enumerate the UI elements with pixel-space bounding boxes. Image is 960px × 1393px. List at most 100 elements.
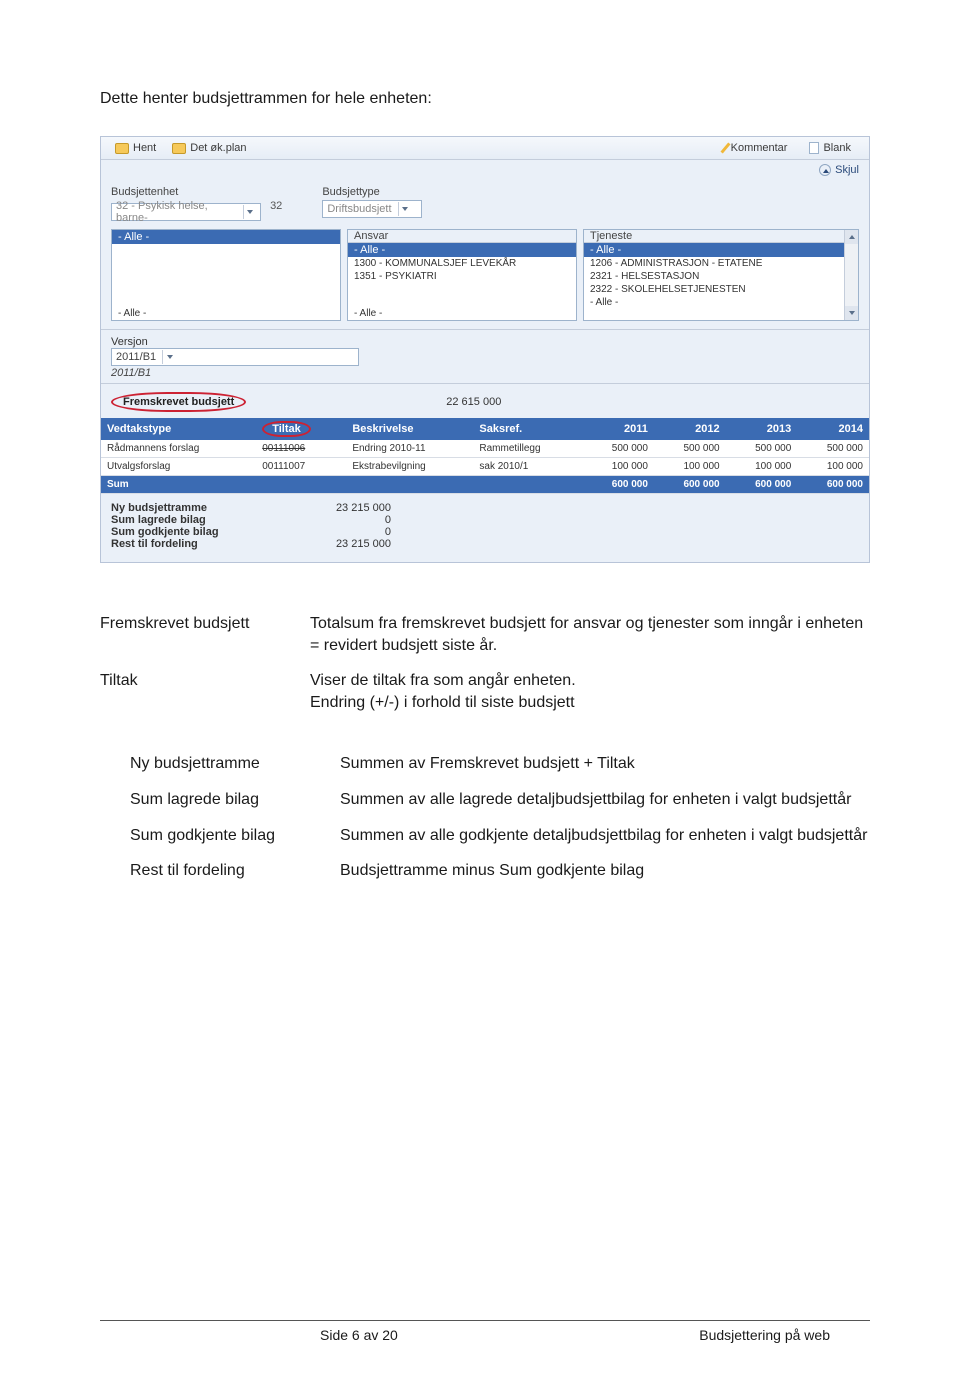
summary-row: Sum lagrede bilag 0 bbox=[111, 514, 859, 526]
col-saksref[interactable]: Saksref. bbox=[473, 418, 582, 440]
def-row: Fremskrevet budsjett Totalsum fra fremsk… bbox=[100, 613, 870, 656]
sum-cell: 600 000 bbox=[726, 476, 798, 494]
page-footer: Side 6 av 20 Budsjettering på web bbox=[100, 1320, 870, 1343]
left-pane-all[interactable]: - Alle - bbox=[112, 230, 340, 244]
cell: Endring 2010-11 bbox=[346, 440, 473, 458]
def-row: Ny budsjettramme Summen av Fremskrevet b… bbox=[130, 753, 870, 775]
summary-label: Sum godkjente bilag bbox=[111, 526, 301, 538]
scrollbar[interactable] bbox=[844, 230, 858, 320]
scroll-down-icon[interactable] bbox=[845, 306, 858, 320]
col-beskrivelse[interactable]: Beskrivelse bbox=[346, 418, 473, 440]
tjeneste-all[interactable]: - Alle - bbox=[584, 243, 858, 257]
summary-value: 0 bbox=[301, 514, 391, 526]
summary-row: Ny budsjettramme 23 215 000 bbox=[111, 502, 859, 514]
def-label: Ny budsjettramme bbox=[130, 753, 340, 775]
budsjettenhet-label: Budsjettenhet bbox=[111, 186, 282, 198]
def-text: Totalsum fra fremskrevet budsjett for an… bbox=[310, 613, 870, 656]
budsjettenhet-group: Budsjettenhet 32 - Psykisk helse, barne-… bbox=[111, 186, 282, 221]
col-2012[interactable]: 2012 bbox=[654, 418, 726, 440]
ansvar-item[interactable]: 1351 - PSYKIATRI bbox=[348, 270, 576, 283]
def-label: Rest til fordeling bbox=[130, 860, 340, 882]
footer-title: Budsjettering på web bbox=[699, 1327, 830, 1343]
toolbar: Hent Det øk.plan Kommentar Blank bbox=[101, 137, 869, 160]
versjon-select[interactable]: 2011/B1 bbox=[111, 348, 359, 366]
chevron-down-icon bbox=[398, 202, 412, 216]
ansvar-pane[interactable]: Ansvar - Alle - 1300 - KOMMUNALSJEF LEVE… bbox=[347, 229, 577, 321]
table-row[interactable]: Utvalgsforslag 00111007 Ekstrabevilgning… bbox=[101, 458, 869, 476]
versjon-label: Versjon bbox=[111, 336, 859, 348]
budsjettype-value: Driftsbudsjett bbox=[327, 203, 391, 215]
col-2013[interactable]: 2013 bbox=[726, 418, 798, 440]
summary-value: 23 215 000 bbox=[301, 538, 391, 550]
def-label: Sum lagrede bilag bbox=[130, 789, 340, 811]
ansvar-item[interactable]: 1300 - KOMMUNALSJEF LEVEKÅR bbox=[348, 257, 576, 270]
tjeneste-item[interactable]: 2322 - SKOLEHELSETJENESTEN bbox=[584, 283, 858, 296]
left-pane[interactable]: - Alle - - Alle - bbox=[111, 229, 341, 321]
col-vedtakstype[interactable]: Vedtakstype bbox=[101, 418, 256, 440]
summary-label: Rest til fordeling bbox=[111, 538, 301, 550]
ansvar-label: Ansvar bbox=[348, 230, 576, 243]
tjeneste-bottom: - Alle - bbox=[584, 296, 858, 309]
cell: 00111006 bbox=[256, 440, 346, 458]
sum-cell: 600 000 bbox=[654, 476, 726, 494]
vedtak-grid: Vedtakstype Tiltak Beskrivelse Saksref. … bbox=[101, 418, 869, 494]
cell: 100 000 bbox=[654, 458, 726, 476]
filter-panel: Budsjettenhet 32 - Psykisk helse, barne-… bbox=[101, 180, 869, 330]
col-2014[interactable]: 2014 bbox=[797, 418, 869, 440]
blank-button[interactable]: Blank bbox=[803, 141, 857, 155]
fremskrevet-circle: Fremskrevet budsjett bbox=[111, 392, 246, 412]
ansvar-all[interactable]: - Alle - bbox=[348, 243, 576, 257]
cell: 100 000 bbox=[582, 458, 654, 476]
ansvar-bottom: - Alle - bbox=[348, 307, 576, 320]
cell: 100 000 bbox=[797, 458, 869, 476]
def-row: Rest til fordeling Budsjettramme minus S… bbox=[130, 860, 870, 882]
sum-cell: 600 000 bbox=[797, 476, 869, 494]
summary-block: Ny budsjettramme 23 215 000 Sum lagrede … bbox=[101, 494, 869, 562]
def-row: Tiltak Viser de tiltak fra som angår enh… bbox=[100, 670, 870, 713]
tjeneste-item[interactable]: 1206 - ADMINISTRASJON - ETATENE bbox=[584, 257, 858, 270]
sum-cell: 600 000 bbox=[582, 476, 654, 494]
def-label: Sum godkjente bilag bbox=[130, 825, 340, 847]
skjul-toggle[interactable]: Skjul bbox=[101, 160, 869, 180]
chevron-down-icon bbox=[243, 205, 256, 219]
tjeneste-label: Tjeneste bbox=[584, 230, 858, 243]
hent-button[interactable]: Hent bbox=[109, 141, 162, 155]
sum-label: Sum bbox=[101, 476, 582, 494]
col-tiltak[interactable]: Tiltak bbox=[256, 418, 346, 440]
cell: 100 000 bbox=[726, 458, 798, 476]
hent-label: Hent bbox=[133, 142, 156, 154]
scroll-up-icon[interactable] bbox=[845, 230, 858, 244]
cell: 500 000 bbox=[654, 440, 726, 458]
left-pane-bottom: - Alle - bbox=[112, 307, 340, 320]
def-text: Budsjettramme minus Sum godkjente bilag bbox=[340, 860, 870, 882]
budsjettype-group: Budsjettype Driftsbudsjett bbox=[322, 186, 422, 221]
budsjettype-select[interactable]: Driftsbudsjett bbox=[322, 200, 422, 218]
def-text: Viser de tiltak fra som angår enheten. E… bbox=[310, 670, 870, 713]
table-row[interactable]: Rådmannens forslag 00111006 Endring 2010… bbox=[101, 440, 869, 458]
summary-row: Rest til fordeling 23 215 000 bbox=[111, 538, 859, 550]
cell: Utvalgsforslag bbox=[101, 458, 256, 476]
col-2011[interactable]: 2011 bbox=[582, 418, 654, 440]
tjeneste-pane[interactable]: Tjeneste - Alle - 1206 - ADMINISTRASJON … bbox=[583, 229, 859, 321]
fremskrevet-row: Fremskrevet budsjett 22 615 000 bbox=[101, 383, 869, 418]
footer-rule bbox=[100, 1320, 870, 1321]
summary-row: Sum godkjente bilag 0 bbox=[111, 526, 859, 538]
definitions-1: Fremskrevet budsjett Totalsum fra fremsk… bbox=[100, 613, 870, 713]
skjul-label: Skjul bbox=[835, 164, 859, 176]
versjon-group: Versjon 2011/B1 2011/B1 bbox=[101, 330, 869, 383]
cell: 00111007 bbox=[256, 458, 346, 476]
budsjettenhet-select[interactable]: 32 - Psykisk helse, barne- bbox=[111, 203, 261, 221]
cell: 500 000 bbox=[797, 440, 869, 458]
tjeneste-item[interactable]: 2321 - HELSESTASJON bbox=[584, 270, 858, 283]
tiltak-circle: Tiltak bbox=[262, 421, 311, 437]
versjon-value: 2011/B1 bbox=[116, 351, 156, 363]
detok-label: Det øk.plan bbox=[190, 142, 246, 154]
detokplan-button[interactable]: Det øk.plan bbox=[166, 141, 252, 155]
def-label: Fremskrevet budsjett bbox=[100, 613, 310, 656]
def-text: Summen av alle godkjente detaljbudsjettb… bbox=[340, 825, 870, 847]
kommentar-button[interactable]: Kommentar bbox=[718, 141, 794, 155]
app-window: Hent Det øk.plan Kommentar Blank Skjul bbox=[100, 136, 870, 563]
summary-label: Ny budsjettramme bbox=[111, 502, 301, 514]
summary-value: 0 bbox=[301, 526, 391, 538]
summary-value: 23 215 000 bbox=[301, 502, 391, 514]
